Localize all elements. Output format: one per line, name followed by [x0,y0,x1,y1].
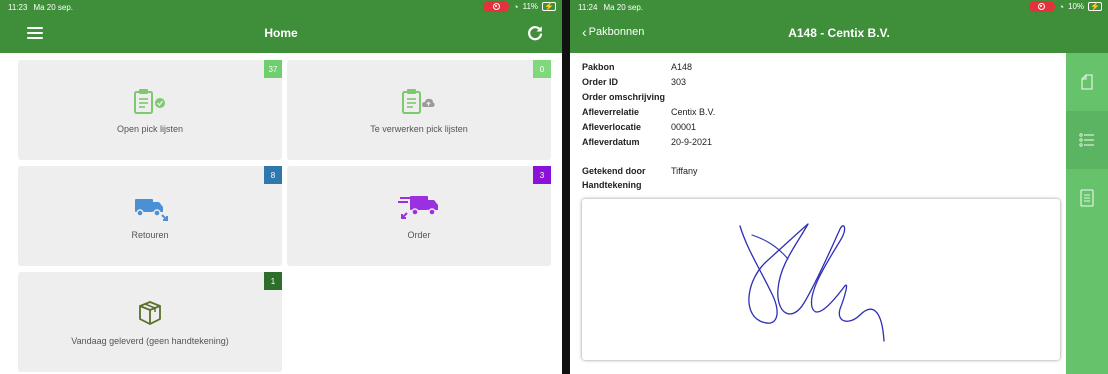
tile-label: Open pick lijsten [116,124,184,134]
detail-key: Order ID [582,77,619,87]
wifi-icon: ◔ [513,1,519,12]
detail-value: A148 [671,62,693,72]
signature-label: Handtekening [582,180,642,190]
document-list-icon [1080,189,1094,207]
detail-value: 303 [671,77,687,87]
detail-key: Afleverrelatie [582,107,640,117]
package-box-icon [139,301,161,326]
delivery-truck-icon [398,196,438,219]
action-sidebar [1066,53,1108,374]
return-truck-icon [135,199,168,221]
count-badge: 0 [533,60,551,78]
detail-value: 00001 [671,122,697,132]
detail-key: Order omschrijving [582,92,666,102]
document-action-button[interactable] [1066,169,1108,227]
wifi-icon: ◔ [1058,1,1065,12]
detail-key: Afleverlocatie [582,122,642,132]
tile-label: Te verwerken pick lijsten [370,124,468,134]
battery-percentage: 10% [1068,2,1085,11]
detail-value: Centix B.V. [671,107,716,117]
count-badge: 8 [264,166,282,184]
clipboard-cloud-upload-icon [402,89,435,114]
list-action-button[interactable] [1066,111,1108,169]
battery-icon: ⚡ [542,2,556,11]
status-time: 11:23 [8,2,28,12]
tile-label: Retouren [131,230,169,240]
status-date: Ma 20 sep. [603,2,644,12]
detail-key: Pakbon [582,62,615,72]
tile-delivered-today[interactable]: 1 Vandaag geleverd (geen handtekening) [18,272,282,372]
document-edit-icon [1081,74,1093,90]
detail-value: Tiffany [671,166,698,176]
status-bar: 11:24 Ma 20 sep. ◔ 10% ⚡ [570,0,1108,14]
tile-label: Order [407,230,431,240]
detail-key: Getekend door [582,166,646,176]
detail-key: Afleverdatum [582,137,640,147]
count-badge: 3 [533,166,551,184]
nav-bar: ‹ Pakbonnen A148 - Centix B.V. [570,14,1108,53]
count-badge: 37 [264,60,282,78]
sign-action-button[interactable] [1066,53,1108,111]
nav-bar: Home [0,14,562,53]
screen-recording-icon [1028,1,1055,12]
status-time: 11:24 [578,2,598,12]
tile-label: Vandaag geleverd (geen handtekening) [71,336,229,346]
home-screen: 11:23 Ma 20 sep. ◔ 11% ⚡ Home 37 Open pi… [0,0,562,374]
tile-open-pick-lists[interactable]: 37 Open pick lijsten [18,60,282,160]
signature-image [739,223,885,342]
count-badge: 1 [264,272,282,290]
page-title: A148 - Centix B.V. [788,26,890,40]
list-icon [1079,133,1094,147]
battery-icon: ⚡ [1088,2,1102,11]
signature-box [582,199,1060,360]
clipboard-check-icon [134,89,165,114]
screenshot-divider [562,0,570,374]
status-date: Ma 20 sep. [33,2,74,12]
page-title: Home [264,26,298,40]
packing-slip-screen: 11:24 Ma 20 sep. ◔ 10% ⚡ ‹ Pakbonnen A14… [570,0,1108,374]
refresh-icon[interactable] [526,24,544,42]
screen-recording-icon [483,1,510,12]
detail-value: 20-9-2021 [671,137,713,147]
tile-pick-lists-to-process[interactable]: 0 Te verwerken pick lijsten [287,60,551,160]
battery-percentage: 11% [522,2,539,11]
status-bar: 11:23 Ma 20 sep. ◔ 11% ⚡ [0,0,562,14]
tile-order[interactable]: 3 Order [287,166,551,266]
tile-returns[interactable]: 8 Retouren [18,166,282,266]
